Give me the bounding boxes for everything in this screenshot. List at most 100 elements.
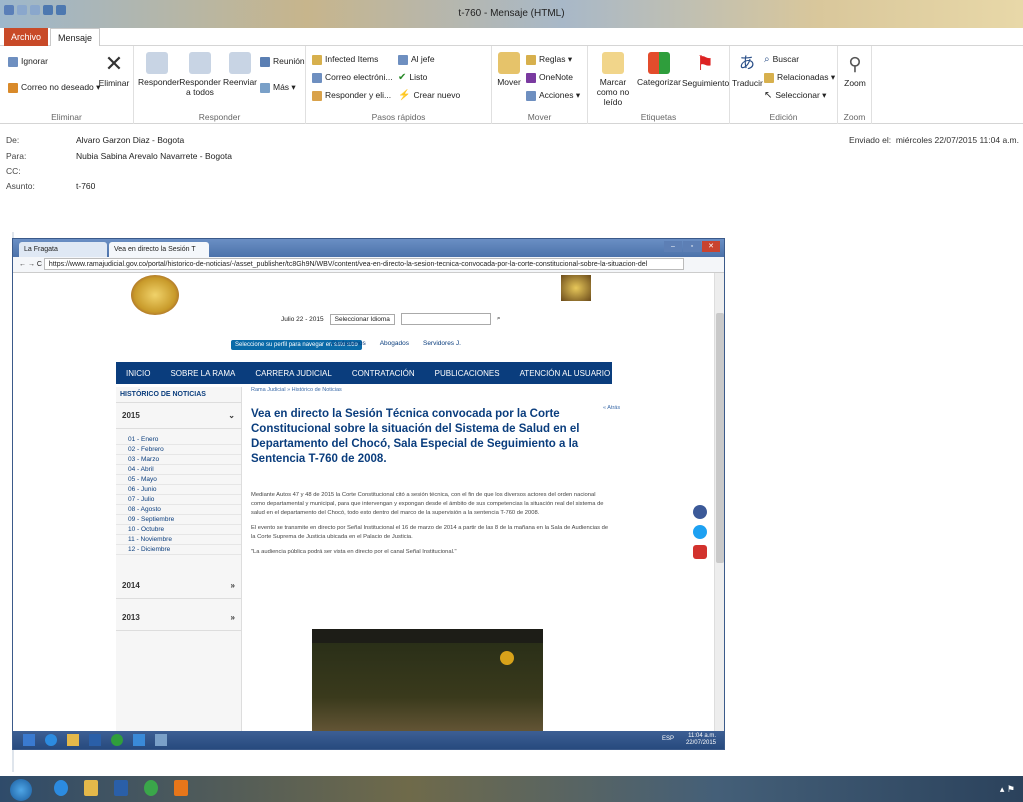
related-button[interactable]: Relacionadas ▾ <box>764 72 835 83</box>
subject-value: t-760 <box>76 181 96 191</box>
ignore-button[interactable]: Ignorar <box>8 56 48 67</box>
maximize-icon[interactable]: ▫ <box>683 241 701 252</box>
rules-button[interactable]: Reglas ▾ <box>526 54 572 65</box>
month-item[interactable]: 12 - Diciembre <box>116 545 241 555</box>
month-item[interactable]: 07 - Julio <box>116 495 241 505</box>
role-servidores[interactable]: Servidores J. <box>423 340 461 347</box>
back-icon[interactable]: ← <box>19 261 26 268</box>
office-icon[interactable] <box>174 780 188 796</box>
categorize-button[interactable]: Categorizar <box>636 52 682 87</box>
ie-icon[interactable] <box>54 780 68 796</box>
quickstep-new[interactable]: ⚡ Crear nuevo <box>398 90 460 101</box>
windows-icon[interactable] <box>23 734 35 746</box>
social-links <box>693 505 707 559</box>
from-value[interactable]: Alvaro Garzon Diaz - Bogota <box>76 135 184 145</box>
word-icon[interactable] <box>114 780 128 796</box>
month-item[interactable]: 11 - Noviembre <box>116 535 241 545</box>
month-item[interactable]: 05 - Mayo <box>116 475 241 485</box>
year-2015[interactable]: 2015 ⌄ <box>116 403 241 429</box>
quickstep-infected[interactable]: Infected Items <box>312 54 378 65</box>
explorer-icon[interactable] <box>67 734 79 746</box>
month-item[interactable]: 06 - Junio <box>116 485 241 495</box>
tab-message[interactable]: Mensaje <box>50 28 101 47</box>
search-icon[interactable]: ⌕ <box>497 315 501 323</box>
facebook-icon[interactable] <box>693 505 707 519</box>
sidebar-heading: HISTÓRICO DE NOTICIAS <box>116 387 241 403</box>
year-2014[interactable]: 2014» <box>116 573 241 599</box>
title-bar: t-760 - Mensaje (HTML) <box>0 0 1023 28</box>
url-field[interactable]: https://www.ramajudicial.gov.co/portal/h… <box>43 258 684 271</box>
chrome-icon[interactable] <box>111 734 123 746</box>
to-value[interactable]: Nubia Sabina Arevalo Navarrete - Bogota <box>76 151 232 161</box>
close-icon[interactable]: ✕ <box>702 241 720 252</box>
nav-carrera[interactable]: CARRERA JUDICIAL <box>245 369 341 378</box>
twitter-icon[interactable] <box>693 525 707 539</box>
site-nav: INICIO SOBRE LA RAMA CARRERA JUDICIAL CO… <box>116 362 612 384</box>
channel-logo <box>500 651 514 665</box>
start-button[interactable] <box>10 779 32 801</box>
quickstep-reply-delete[interactable]: Responder y eli... <box>312 90 391 101</box>
month-item[interactable]: 10 - Octubre <box>116 525 241 535</box>
sent-date: Enviado el: miércoles 22/07/2015 11:04 a… <box>849 135 1019 145</box>
nav-publicaciones[interactable]: PUBLICACIONES <box>425 369 510 378</box>
reply-all-button[interactable]: Responder a todos <box>178 52 222 97</box>
role-ciudadanos[interactable]: Ciudadanos <box>331 340 366 347</box>
group-etiquetas: Marcar como no leído Categorizar ⚑ Seguim… <box>588 46 730 124</box>
outlook-icon[interactable] <box>89 734 101 746</box>
browser-tab-1[interactable]: La Fragata <box>19 242 107 257</box>
explorer-icon[interactable] <box>84 780 98 796</box>
tab-file[interactable]: Archivo <box>4 28 49 46</box>
mark-unread-button[interactable]: Marcar como no leído <box>590 52 636 107</box>
scrollbar[interactable] <box>714 273 724 733</box>
onenote-button[interactable]: OneNote <box>526 72 573 83</box>
youtube-icon[interactable] <box>693 545 707 559</box>
nav-atencion[interactable]: ATENCIÓN AL USUARIO <box>510 369 621 378</box>
actions-button[interactable]: Acciones ▾ <box>526 90 580 101</box>
year-2013[interactable]: 2013» <box>116 605 241 631</box>
month-item[interactable]: 01 - Enero <box>116 435 241 445</box>
select-button[interactable]: ↖ Seleccionar ▾ <box>764 90 826 101</box>
month-item[interactable]: 04 - Abril <box>116 465 241 475</box>
month-item[interactable]: 09 - Septiembre <box>116 515 241 525</box>
quickstep-boss[interactable]: Al jefe <box>398 54 435 65</box>
skype-icon[interactable] <box>133 734 145 746</box>
group-zoom: ⚲ Zoom Zoom <box>838 46 872 124</box>
find-button[interactable]: ⌕ Buscar <box>764 54 799 65</box>
browser-tab-2[interactable]: Vea en directo la Sesión T <box>109 242 209 257</box>
delete-button[interactable]: ✕ Eliminar <box>98 52 130 89</box>
chrome-icon[interactable] <box>144 780 158 796</box>
reply-delete-icon <box>312 90 322 101</box>
month-item[interactable]: 02 - Febrero <box>116 445 241 455</box>
nav-sobre[interactable]: SOBRE LA RAMA <box>160 369 245 378</box>
chevron-right-icon: » <box>230 581 235 590</box>
junk-button[interactable]: Correo no deseado ▾ <box>8 82 100 93</box>
quickstep-email[interactable]: Correo electróni... <box>312 72 393 83</box>
reply-button[interactable]: Responder <box>138 52 180 87</box>
move-button[interactable]: Mover <box>496 52 522 87</box>
more-button[interactable]: Más ▾ <box>260 82 296 93</box>
month-item[interactable]: 03 - Marzo <box>116 455 241 465</box>
ie-icon[interactable] <box>45 734 57 746</box>
role-abogados[interactable]: Abogados <box>380 340 409 347</box>
translate-button[interactable]: あ Traducir <box>732 52 763 88</box>
language-select[interactable]: Seleccionar Idioma <box>329 313 395 325</box>
app-icon[interactable] <box>155 734 167 746</box>
video-player[interactable] <box>312 629 543 733</box>
minimize-icon[interactable]: – <box>664 241 682 252</box>
followup-button[interactable]: ⚑ Seguimiento <box>682 52 729 88</box>
quickstep-done[interactable]: ✔ Listo <box>398 72 427 83</box>
reload-icon[interactable]: C <box>37 261 42 268</box>
nav-inicio[interactable]: INICIO <box>116 369 160 378</box>
forward-icon[interactable]: → <box>28 261 35 268</box>
forward-button[interactable]: Reenviar <box>222 52 258 87</box>
breadcrumb[interactable]: Rama Judicial » Histórico de Noticias <box>251 387 611 393</box>
search-input[interactable] <box>400 313 491 325</box>
nav-contratacion[interactable]: CONTRATACIÓN <box>342 369 425 378</box>
scroll-thumb[interactable] <box>716 313 724 563</box>
tray-flag-icon[interactable]: ▴ ⚑ <box>1000 784 1015 795</box>
embedded-screenshot: La Fragata Vea en directo la Sesión T – … <box>12 238 725 750</box>
back-link[interactable]: « Atrás <box>603 405 620 411</box>
meeting-button[interactable]: Reunión <box>260 56 305 67</box>
zoom-button[interactable]: ⚲ Zoom <box>840 52 870 88</box>
month-item[interactable]: 08 - Agosto <box>116 505 241 515</box>
